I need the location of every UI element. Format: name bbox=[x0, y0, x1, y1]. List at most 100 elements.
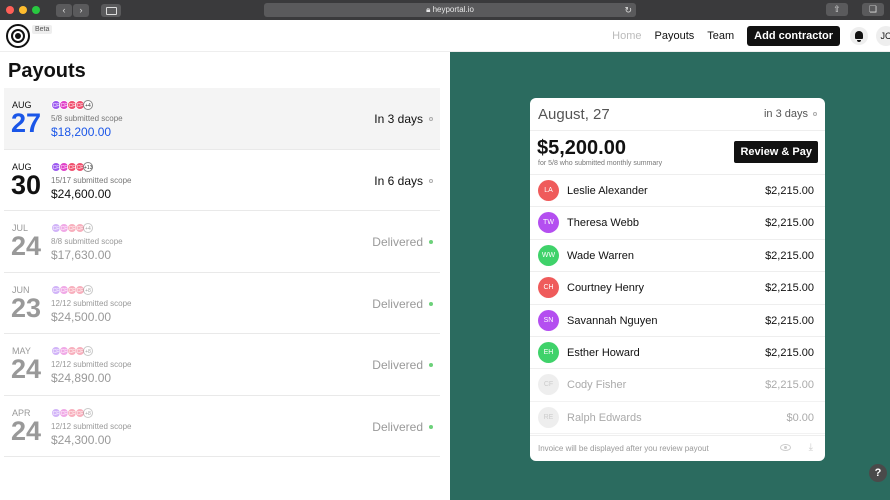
forward-button[interactable]: › bbox=[73, 3, 89, 17]
payout-amount: $17,630.00 bbox=[51, 248, 112, 262]
contractor-amount: $0.00 bbox=[786, 411, 814, 424]
contractor-row[interactable]: RE Ralph Edwards $0.00 bbox=[530, 402, 825, 435]
more-avatars-badge: +8 bbox=[83, 284, 93, 295]
avatar-group: CF CF CF CF +8 bbox=[51, 284, 93, 295]
payout-day: 30 bbox=[11, 169, 42, 200]
payout-total: $5,200.00 bbox=[537, 137, 626, 159]
more-avatars-badge: +8 bbox=[83, 346, 93, 356]
share-icon[interactable]: ⇧ bbox=[826, 3, 848, 16]
address-bar[interactable]: 🔒︎ heyportal.io ↻ bbox=[264, 3, 636, 17]
contractor-avatar: RE bbox=[538, 406, 559, 428]
browser-chrome: ‹ › 🔒︎ heyportal.io ↻ ⇧ ❏ bbox=[0, 0, 890, 20]
nav-payouts[interactable]: Payouts bbox=[655, 30, 695, 42]
download-icon[interactable]: ⤓ bbox=[809, 442, 813, 453]
contractor-row[interactable]: EH Esther Howard $2,215.00 bbox=[530, 337, 825, 370]
contractor-name: Courtney Henry bbox=[567, 282, 645, 295]
submitted-scope: 12/12 submitted scope bbox=[51, 298, 132, 308]
payout-day: 27 bbox=[11, 108, 42, 138]
payout-day: 24 bbox=[11, 415, 42, 446]
submitted-scope: 8/8 submitted scope bbox=[51, 237, 123, 246]
bell-icon[interactable] bbox=[850, 27, 868, 45]
contractor-row[interactable]: TW Theresa Webb $2,215.00 bbox=[530, 207, 825, 240]
reload-icon[interactable]: ↻ bbox=[624, 3, 632, 17]
back-button[interactable]: ‹ bbox=[56, 3, 72, 17]
beta-badge: Beta bbox=[32, 25, 53, 34]
invoice-note: Invoice will be displayed after you revi… bbox=[538, 444, 709, 453]
submitted-scope: 15/17 submitted scope bbox=[51, 175, 132, 185]
contractor-name: Esther Howard bbox=[567, 346, 640, 359]
card-summary: $5,200.00 for 5/8 who submitted monthly … bbox=[530, 131, 825, 175]
contractor-list: LA Leslie Alexander $2,215.00 TW Theresa… bbox=[530, 175, 825, 435]
maximize-window-button[interactable] bbox=[32, 6, 40, 14]
payout-row[interactable]: JUL 24 CF CF CF CF +4 8/8 submitted scope $1… bbox=[4, 211, 440, 273]
logo-icon[interactable] bbox=[6, 24, 30, 48]
sidebar-toggle-icon[interactable] bbox=[101, 3, 121, 17]
submitted-scope: 12/12 submitted scope bbox=[51, 421, 132, 431]
card-header: August, 27 in 3 days bbox=[530, 98, 825, 131]
payout-status: In 6 days bbox=[374, 174, 433, 188]
status-text: Delivered bbox=[372, 296, 423, 311]
status-text: Delivered bbox=[372, 419, 423, 434]
payout-row[interactable]: MAY 24 CF CF CF CF +8 12/12 submitted scope … bbox=[4, 334, 440, 396]
contractor-row[interactable]: WW Wade Warren $2,215.00 bbox=[530, 240, 825, 273]
window-controls bbox=[6, 6, 40, 14]
user-avatar[interactable]: JC bbox=[876, 26, 890, 46]
url-text: heyportal.io bbox=[432, 5, 474, 14]
status-dot-icon bbox=[429, 117, 433, 121]
contractor-row[interactable]: SN Savannah Nguyen $2,215.00 bbox=[530, 305, 825, 337]
payout-day: 24 bbox=[11, 231, 42, 261]
contractor-amount: $2,215.00 bbox=[765, 282, 814, 295]
lock-icon: 🔒︎ bbox=[426, 5, 431, 14]
payouts-panel: Payouts AUG 27 CF CF CF CF +4 5/8 submitted … bbox=[0, 52, 450, 500]
eye-icon[interactable] bbox=[780, 444, 791, 451]
status-dot-icon bbox=[429, 240, 433, 244]
contractor-name: Cody Fisher bbox=[567, 379, 627, 392]
contractor-name: Savannah Nguyen bbox=[567, 314, 658, 327]
contractor-avatar: EH bbox=[538, 341, 559, 363]
payout-row[interactable]: AUG 30 CF CF CF CF +13 15/17 submitted scope… bbox=[4, 150, 440, 211]
payout-status: In 3 days bbox=[374, 112, 433, 126]
minimize-window-button[interactable] bbox=[19, 6, 27, 14]
add-contractor-button[interactable]: Add contractor bbox=[747, 26, 840, 46]
contractor-row[interactable]: CH Courtney Henry $2,215.00 bbox=[530, 272, 825, 305]
contractor-row[interactable]: CF Cody Fisher $2,215.00 bbox=[530, 369, 825, 402]
payout-status: Delivered bbox=[372, 297, 433, 311]
payout-countdown: in 3 days bbox=[764, 108, 817, 120]
contractor-name: Theresa Webb bbox=[567, 217, 639, 230]
help-button[interactable]: ? bbox=[869, 464, 887, 482]
page-title: Payouts bbox=[8, 60, 86, 82]
contractor-row[interactable]: LA Leslie Alexander $2,215.00 bbox=[530, 175, 825, 208]
payout-subtitle: for 5/8 who submitted monthly summary bbox=[538, 160, 663, 167]
card-footer: Invoice will be displayed after you revi… bbox=[530, 435, 825, 461]
detail-panel: August, 27 in 3 days $5,200.00 for 5/8 w… bbox=[450, 52, 890, 500]
payout-amount: $24,600.00 bbox=[51, 186, 112, 201]
contractor-amount: $2,215.00 bbox=[765, 249, 814, 262]
avatar-group: CF CF CF CF +8 bbox=[51, 346, 93, 356]
payout-amount: $18,200.00 bbox=[51, 125, 112, 139]
payout-day: 23 bbox=[11, 292, 42, 323]
contractor-amount: $2,215.00 bbox=[765, 346, 814, 359]
nav-home[interactable]: Home bbox=[612, 30, 641, 42]
status-text: In 3 days bbox=[374, 112, 423, 126]
main-nav: Home Payouts Team Add contractor JC bbox=[612, 20, 890, 52]
contractor-avatar: SN bbox=[538, 309, 559, 331]
nav-team[interactable]: Team bbox=[707, 30, 734, 42]
countdown-text: in 3 days bbox=[763, 108, 808, 120]
payout-amount: $24,500.00 bbox=[51, 309, 112, 324]
contractor-avatar: LA bbox=[538, 180, 559, 201]
payout-row[interactable]: APR 24 CF CF CF CF +8 12/12 submitted scope … bbox=[4, 396, 440, 457]
status-dot-icon bbox=[429, 301, 433, 306]
payout-date: August, 27 bbox=[538, 106, 610, 123]
payout-amount: $24,300.00 bbox=[51, 432, 112, 447]
submitted-scope: 5/8 submitted scope bbox=[51, 114, 123, 123]
contractor-amount: $2,215.00 bbox=[765, 379, 814, 392]
payout-status: Delivered bbox=[372, 420, 433, 434]
review-and-pay-button[interactable]: Review & Pay bbox=[734, 141, 818, 163]
payout-row[interactable]: AUG 27 CF CF CF CF +4 5/8 submitted scope $1… bbox=[4, 88, 440, 150]
close-window-button[interactable] bbox=[6, 6, 14, 14]
payout-amount: $24,890.00 bbox=[51, 371, 112, 385]
tabs-icon[interactable]: ❏ bbox=[862, 3, 884, 16]
more-avatars-badge: +4 bbox=[83, 100, 93, 110]
payout-row[interactable]: JUN 23 CF CF CF CF +8 12/12 submitted scope … bbox=[4, 273, 440, 334]
avatar-group: CF CF CF CF +13 bbox=[51, 161, 93, 172]
